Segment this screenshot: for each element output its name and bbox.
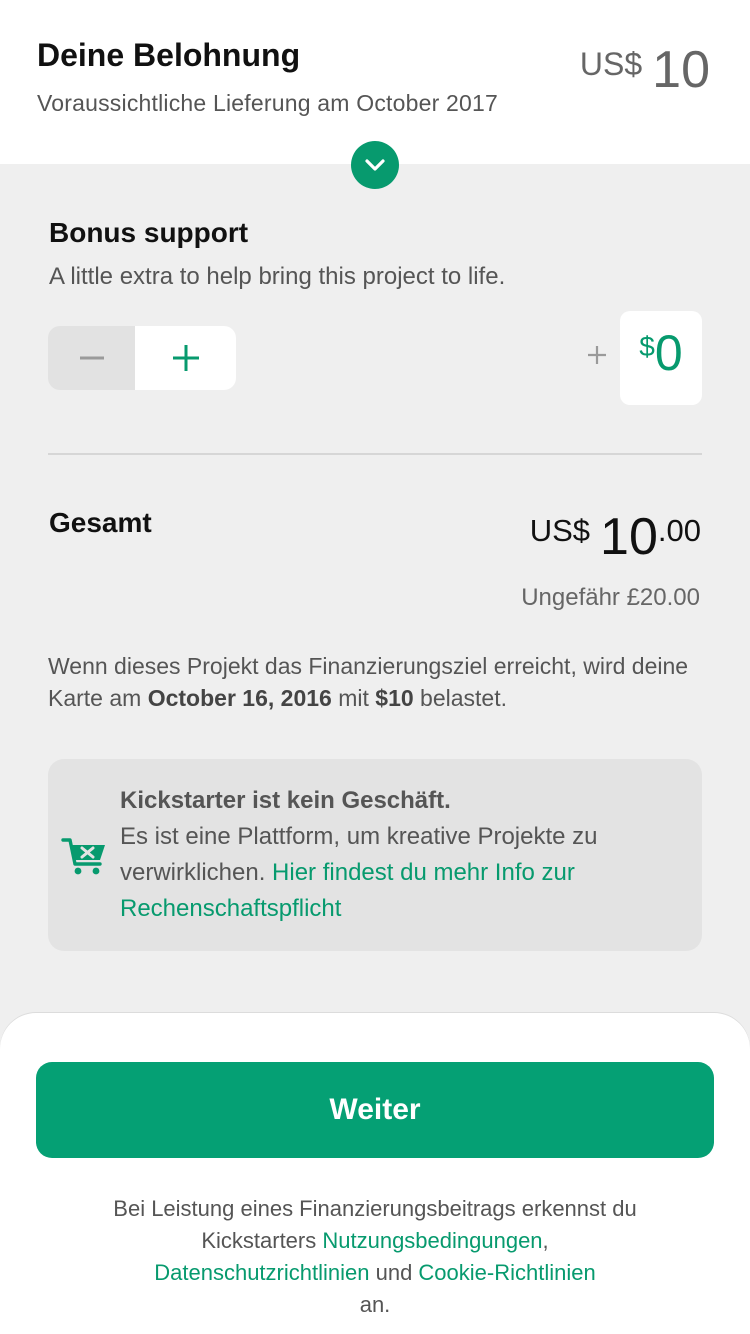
bonus-amount-input[interactable]: $ 0 [620, 311, 702, 405]
accountability-title: Kickstarter ist kein Geschäft. [120, 787, 451, 814]
reward-currency: US$ [579, 46, 643, 82]
reward-price: US$ 10 [580, 40, 710, 100]
continue-button[interactable]: Weiter [36, 1062, 714, 1158]
reward-header: Deine Belohnung Voraussichtliche Lieferu… [0, 0, 750, 164]
charge-amount: $10 [375, 685, 414, 711]
legal-and: und [369, 1260, 419, 1285]
privacy-link[interactable]: Datenschutzrichtlinien [154, 1260, 369, 1285]
total-label: Gesamt [49, 507, 152, 538]
accountability-text: Kickstarter ist kein Geschäft. Es ist ein… [120, 783, 680, 927]
collapse-button[interactable] [351, 141, 399, 189]
charge-date: October 16, 2016 [147, 685, 332, 711]
divider [48, 453, 702, 455]
charge-note-text: belastet. [413, 685, 507, 711]
legal-notice: Bei Leistung eines Finanzierungsbeitrags… [60, 1193, 690, 1321]
charge-note-text: mit [331, 685, 376, 711]
accountability-card: Kickstarter ist kein Geschäft. Es ist ein… [48, 759, 702, 951]
total-integer: 10 [600, 508, 658, 566]
cookie-link[interactable]: Cookie-Richtlinien [418, 1260, 595, 1285]
legal-comma: , [542, 1228, 549, 1253]
bonus-amount-currency: $ [639, 331, 655, 362]
reward-title: Deine Belohnung [37, 37, 301, 73]
total-currency: US$ [529, 513, 591, 548]
legal-end: an. [359, 1292, 391, 1317]
charge-note: Wenn dieses Projekt das Finanzierungszie… [48, 650, 708, 714]
chevron-down-icon [365, 159, 385, 171]
bonus-support-description: A little extra to help bring this projec… [49, 263, 506, 290]
increment-button[interactable] [135, 326, 236, 390]
plus-icon [588, 346, 606, 364]
terms-link[interactable]: Nutzungsbedingungen [322, 1228, 542, 1253]
decrement-button[interactable] [48, 326, 135, 390]
bonus-amount-value: 0 [654, 325, 683, 381]
plus-icon [172, 345, 199, 371]
minus-icon [79, 356, 104, 360]
total-price: US$ 10 .00 [530, 508, 701, 566]
shopping-cart-x-icon [61, 838, 105, 875]
approximate-total: Ungefähr £20.00 [521, 584, 700, 611]
bonus-support-title: Bonus support [49, 217, 249, 248]
reward-amount: 10 [652, 41, 710, 99]
total-decimal: .00 [657, 513, 701, 548]
delivery-estimate: Voraussichtliche Lieferung am October 20… [37, 90, 498, 116]
bonus-stepper [48, 326, 236, 390]
